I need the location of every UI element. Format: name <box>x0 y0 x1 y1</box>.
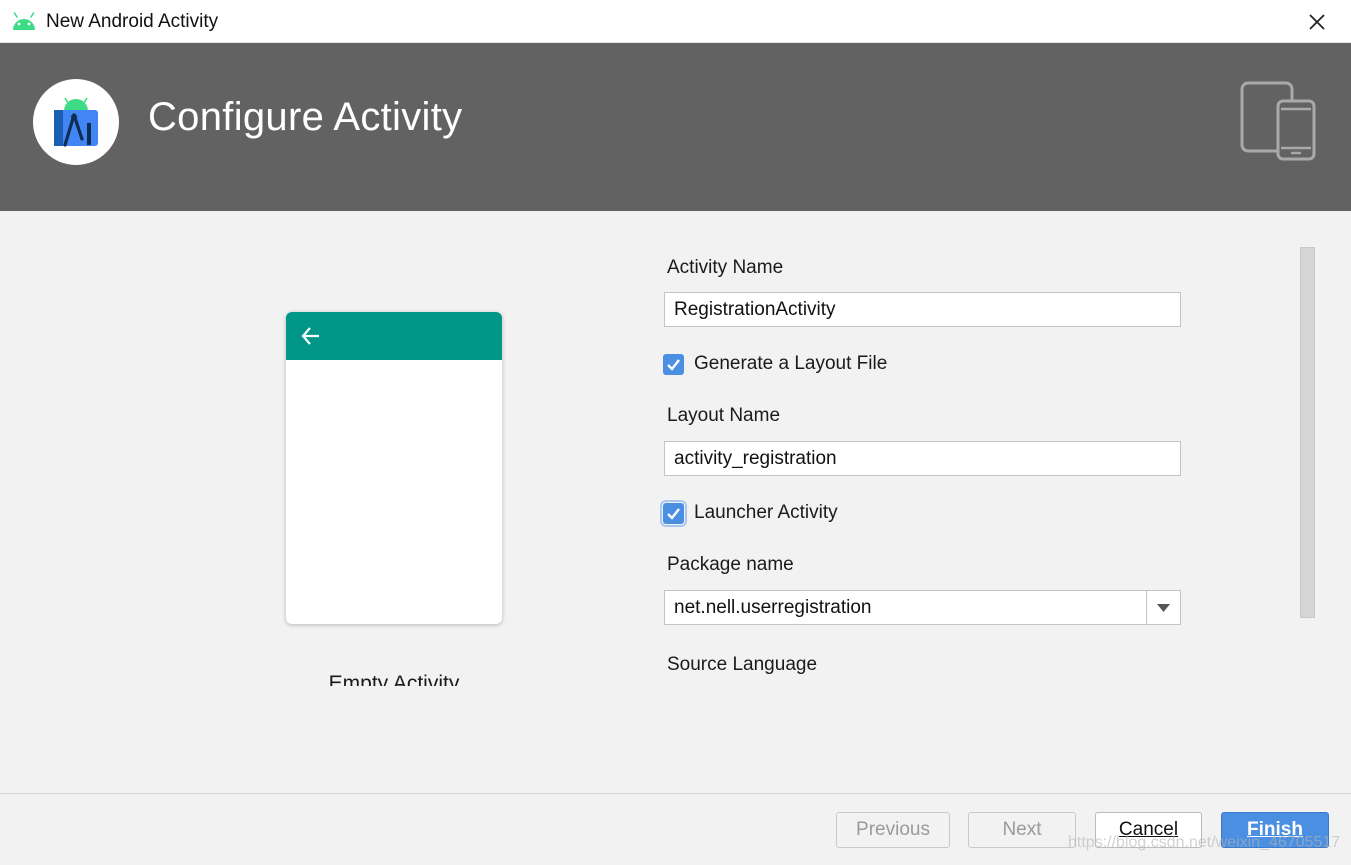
header-banner: Configure Activity <box>0 43 1351 211</box>
activity-name-input[interactable]: RegistrationActivity <box>664 292 1181 327</box>
window-title: New Android Activity <box>46 11 219 32</box>
chevron-down-icon[interactable] <box>1146 591 1180 624</box>
source-language-label: Source Language <box>667 654 818 675</box>
close-icon[interactable] <box>1305 10 1329 34</box>
previous-button[interactable]: Previous <box>836 812 950 848</box>
next-button[interactable]: Next <box>968 812 1076 848</box>
package-name-label: Package name <box>667 554 794 575</box>
page-title: Configure Activity <box>148 95 463 139</box>
scrollbar[interactable] <box>1300 247 1315 618</box>
package-name-combo[interactable]: net.nell.userregistration <box>664 590 1181 625</box>
layout-name-input[interactable]: activity_registration <box>664 441 1181 476</box>
launcher-activity-label: Launcher Activity <box>694 502 838 523</box>
android-icon <box>11 12 37 37</box>
footer: Previous Next Cancel Finish <box>0 793 1351 865</box>
generate-layout-checkbox[interactable] <box>663 354 684 375</box>
android-studio-logo-icon <box>33 79 119 165</box>
content-area: Empty Activity Activity Name Registratio… <box>0 211 1351 793</box>
preview-label: Empty Activity <box>328 672 460 686</box>
activity-name-label: Activity Name <box>667 257 784 278</box>
phone-tablet-icon <box>1240 81 1318 168</box>
generate-layout-label: Generate a Layout File <box>694 353 888 374</box>
activity-preview <box>286 312 502 624</box>
preview-app-bar <box>286 312 502 360</box>
watermark: https://blog.csdn.net/weixin_46705517 <box>1068 834 1341 851</box>
launcher-activity-checkbox[interactable] <box>660 500 687 527</box>
title-bar: New Android Activity <box>0 0 1351 43</box>
package-name-value: net.nell.userregistration <box>674 597 872 618</box>
layout-name-label: Layout Name <box>667 405 781 426</box>
